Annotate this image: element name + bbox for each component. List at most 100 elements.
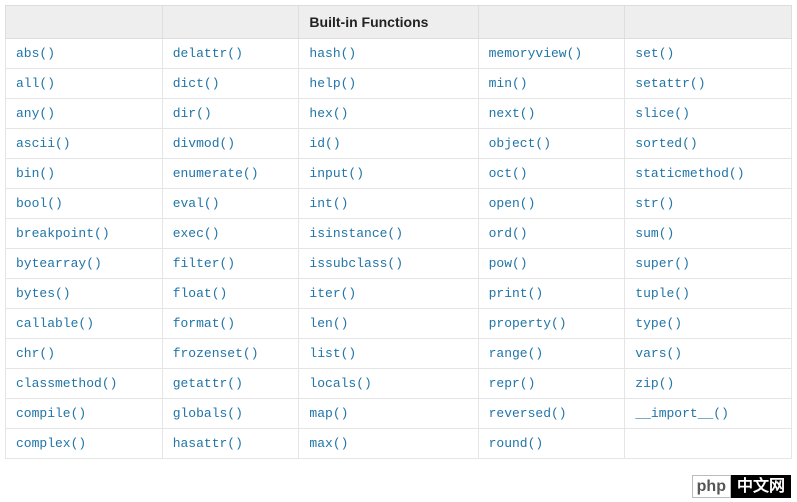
function-link[interactable]: memoryview() — [489, 46, 583, 61]
watermark-php: php — [692, 475, 731, 498]
table-cell: max() — [299, 429, 478, 459]
function-link[interactable]: list() — [309, 346, 356, 361]
table-cell: str() — [625, 189, 792, 219]
function-link[interactable]: divmod() — [173, 136, 235, 151]
function-link[interactable]: float() — [173, 286, 228, 301]
function-link[interactable]: help() — [309, 76, 356, 91]
table-cell: eval() — [162, 189, 299, 219]
function-link[interactable]: reversed() — [489, 406, 567, 421]
function-link[interactable]: zip() — [635, 376, 674, 391]
function-link[interactable]: hash() — [309, 46, 356, 61]
function-link[interactable]: property() — [489, 316, 567, 331]
function-link[interactable]: abs() — [16, 46, 55, 61]
function-link[interactable]: round() — [489, 436, 544, 451]
function-link[interactable]: max() — [309, 436, 348, 451]
function-link[interactable]: type() — [635, 316, 682, 331]
function-link[interactable]: hasattr() — [173, 436, 243, 451]
function-link[interactable]: sum() — [635, 226, 674, 241]
function-link[interactable]: getattr() — [173, 376, 243, 391]
table-cell: int() — [299, 189, 478, 219]
function-link[interactable]: bin() — [16, 166, 55, 181]
table-cell: globals() — [162, 399, 299, 429]
function-link[interactable]: print() — [489, 286, 544, 301]
table-cell: abs() — [6, 39, 163, 69]
table-cell: issubclass() — [299, 249, 478, 279]
function-link[interactable]: super() — [635, 256, 690, 271]
function-link[interactable]: pow() — [489, 256, 528, 271]
function-link[interactable]: map() — [309, 406, 348, 421]
function-link[interactable]: input() — [309, 166, 364, 181]
table-row: abs() delattr() hash() memoryview() set() — [6, 39, 792, 69]
function-link[interactable]: format() — [173, 316, 235, 331]
function-link[interactable]: classmethod() — [16, 376, 117, 391]
function-link[interactable]: frozenset() — [173, 346, 259, 361]
function-link[interactable]: int() — [309, 196, 348, 211]
table-cell: __import__() — [625, 399, 792, 429]
function-link[interactable]: issubclass() — [309, 256, 403, 271]
function-link[interactable]: dict() — [173, 76, 220, 91]
builtin-functions-table: Built-in Functions abs()delattr()hash()m… — [5, 5, 792, 459]
table-cell: setattr() — [625, 69, 792, 99]
function-link[interactable]: setattr() — [635, 76, 705, 91]
table-cell: isinstance() — [299, 219, 478, 249]
table-cell: repr() — [478, 369, 625, 399]
function-link[interactable]: object() — [489, 136, 551, 151]
function-link[interactable]: breakpoint() — [16, 226, 110, 241]
function-link[interactable]: __import__() — [635, 406, 729, 421]
function-link[interactable]: callable() — [16, 316, 94, 331]
function-link[interactable]: exec() — [173, 226, 220, 241]
table-cell: list() — [299, 339, 478, 369]
table-cell: ord() — [478, 219, 625, 249]
function-link[interactable]: open() — [489, 196, 536, 211]
function-link[interactable]: enumerate() — [173, 166, 259, 181]
function-link[interactable]: vars() — [635, 346, 682, 361]
function-link[interactable]: bytearray() — [16, 256, 102, 271]
function-link[interactable]: len() — [309, 316, 348, 331]
function-link[interactable]: iter() — [309, 286, 356, 301]
function-link[interactable]: bytes() — [16, 286, 71, 301]
function-link[interactable]: hex() — [309, 106, 348, 121]
table-row: compile() globals() map() reversed() __impor… — [6, 399, 792, 429]
function-link[interactable]: ascii() — [16, 136, 71, 151]
function-link[interactable]: eval() — [173, 196, 220, 211]
function-link[interactable]: set() — [635, 46, 674, 61]
function-link[interactable]: repr() — [489, 376, 536, 391]
function-link[interactable]: filter() — [173, 256, 235, 271]
function-link[interactable]: slice() — [635, 106, 690, 121]
function-link[interactable]: dir() — [173, 106, 212, 121]
table-cell: sum() — [625, 219, 792, 249]
function-link[interactable]: locals() — [309, 376, 371, 391]
table-cell: next() — [478, 99, 625, 129]
function-link[interactable]: isinstance() — [309, 226, 403, 241]
table-row: callable() format() len() property() type() — [6, 309, 792, 339]
function-link[interactable]: sorted() — [635, 136, 697, 151]
table-cell: ascii() — [6, 129, 163, 159]
function-link[interactable]: all() — [16, 76, 55, 91]
table-cell: bytes() — [6, 279, 163, 309]
function-link[interactable]: ord() — [489, 226, 528, 241]
function-link[interactable]: chr() — [16, 346, 55, 361]
table-cell: dict() — [162, 69, 299, 99]
function-link[interactable]: staticmethod() — [635, 166, 744, 181]
table-cell: classmethod() — [6, 369, 163, 399]
function-link[interactable]: complex() — [16, 436, 86, 451]
function-link[interactable]: any() — [16, 106, 55, 121]
table-cell: filter() — [162, 249, 299, 279]
function-link[interactable]: tuple() — [635, 286, 690, 301]
function-link[interactable]: next() — [489, 106, 536, 121]
table-cell: set() — [625, 39, 792, 69]
function-link[interactable]: globals() — [173, 406, 243, 421]
function-link[interactable]: min() — [489, 76, 528, 91]
table-row: bytearray() filter() issubclass() pow() supe… — [6, 249, 792, 279]
table-cell: map() — [299, 399, 478, 429]
function-link[interactable]: id() — [309, 136, 340, 151]
function-link[interactable]: range() — [489, 346, 544, 361]
function-link[interactable]: str() — [635, 196, 674, 211]
table-cell: oct() — [478, 159, 625, 189]
function-link[interactable]: bool() — [16, 196, 63, 211]
function-link[interactable]: compile() — [16, 406, 86, 421]
function-link[interactable]: oct() — [489, 166, 528, 181]
table-row: complex() hasattr() max() round() — [6, 429, 792, 459]
table-cell: zip() — [625, 369, 792, 399]
function-link[interactable]: delattr() — [173, 46, 243, 61]
